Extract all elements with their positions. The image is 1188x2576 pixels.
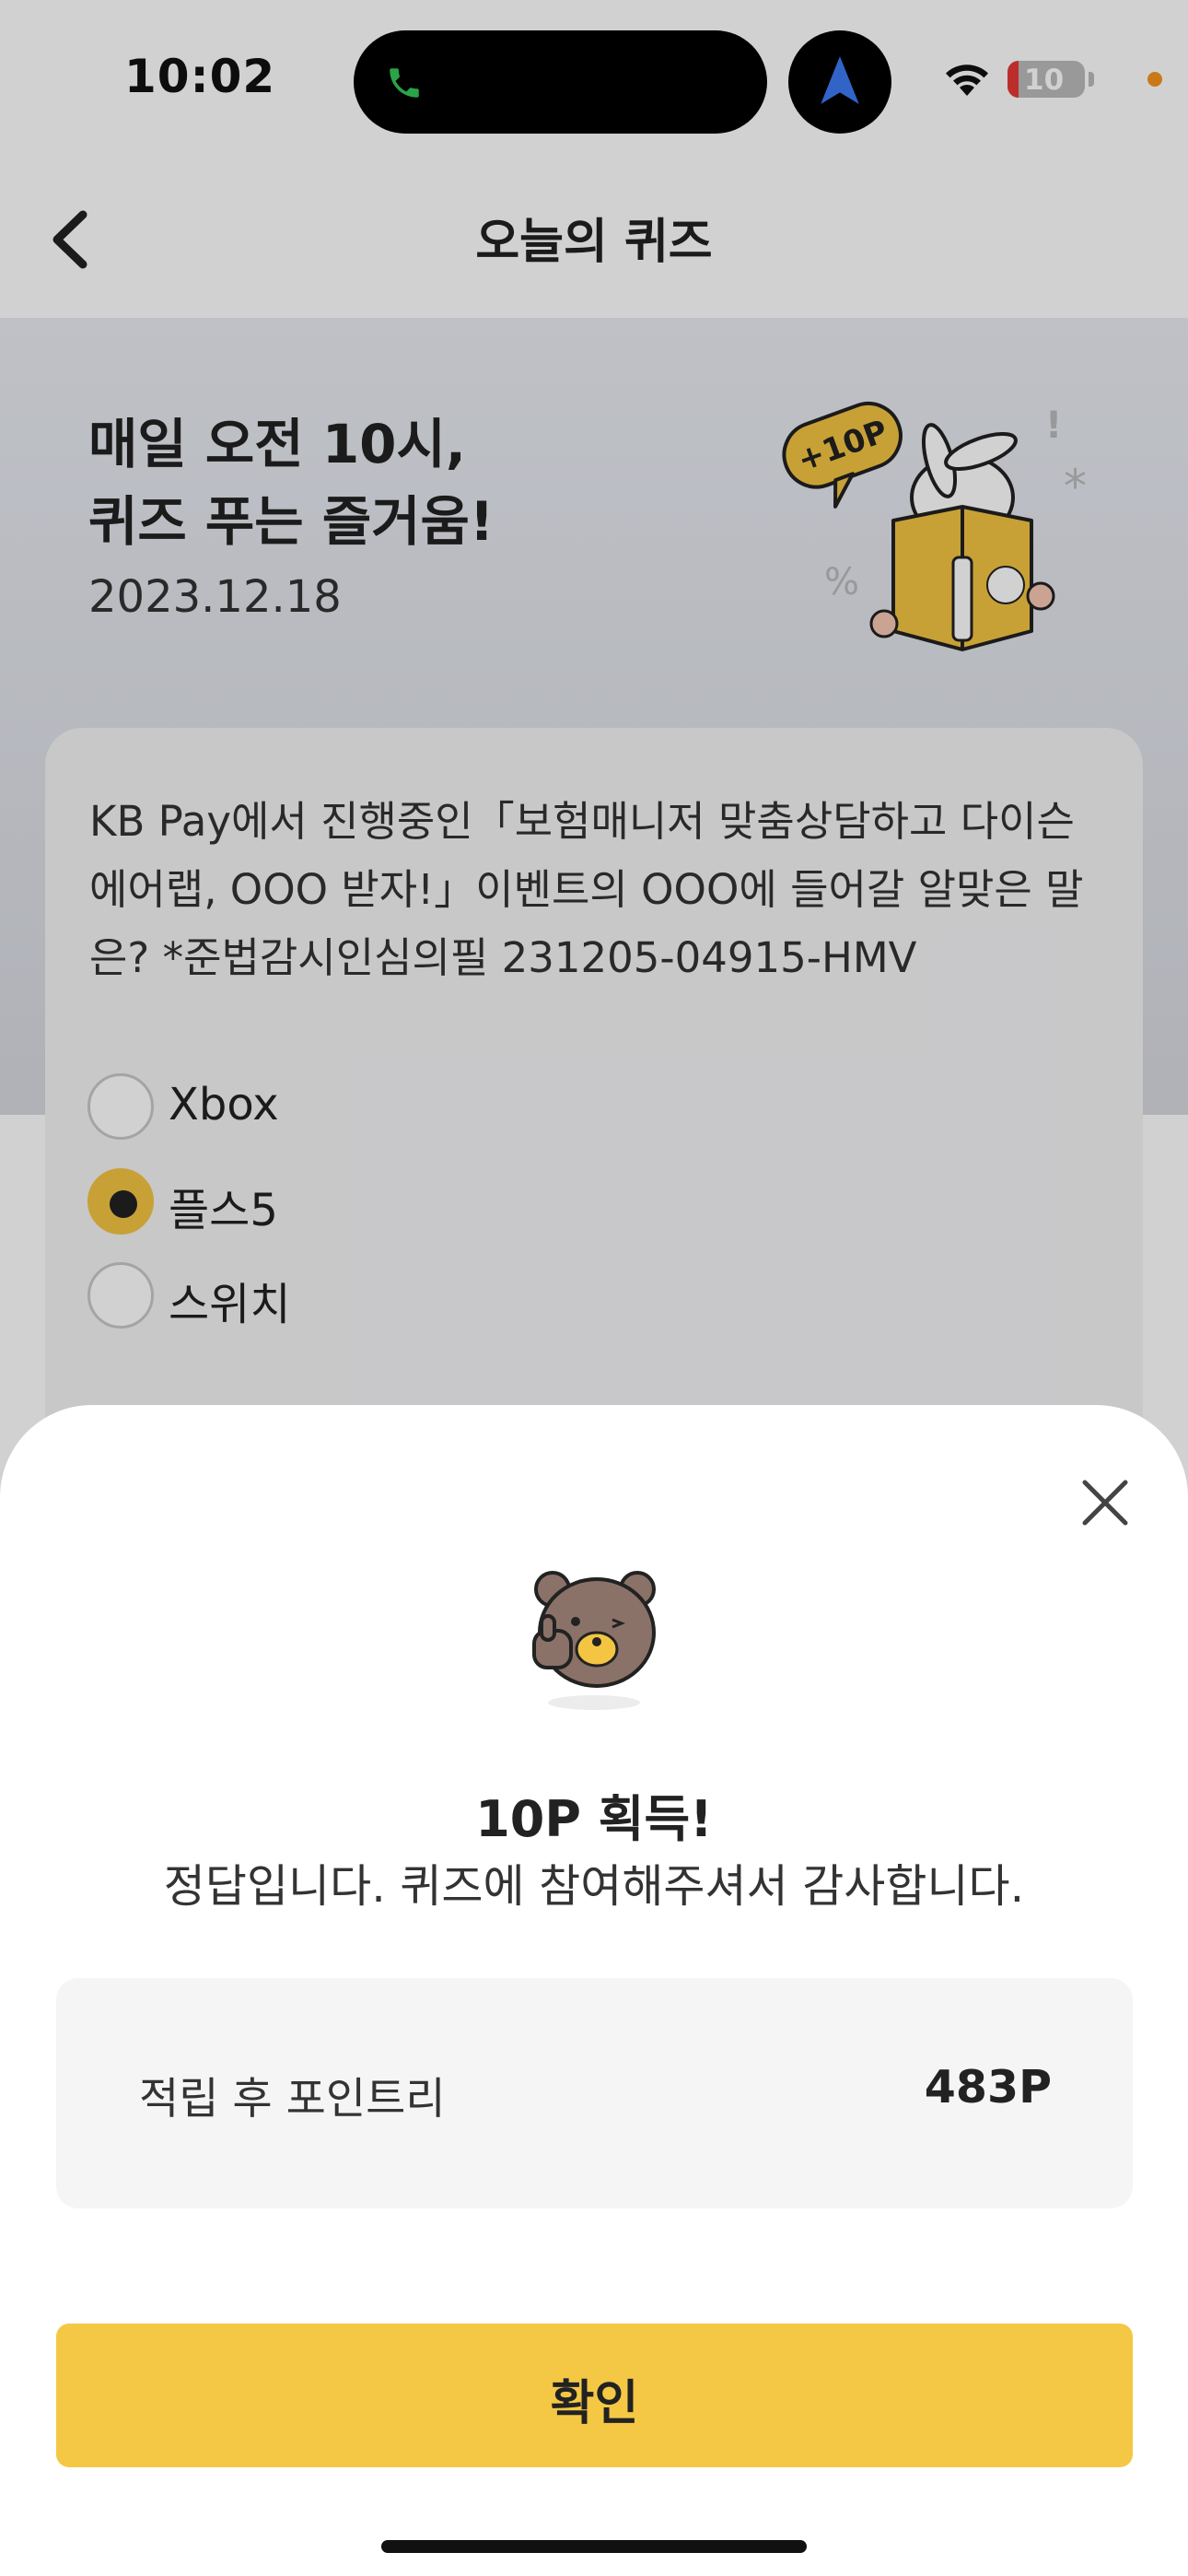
points-label: 적립 후 포인트리: [139, 2074, 446, 2125]
reward-message: 정답입니다. 퀴즈에 참여해주셔서 감사합니다.: [163, 1860, 1025, 1913]
bear-thumbs-up-illustration: [532, 1571, 656, 1710]
points-value: 483P: [924, 2061, 1052, 2113]
result-bottom-sheet: 10P 획득! 정답입니다. 퀴즈에 참여해주셔서 감사합니다. 적립 후 포인…: [0, 1405, 1188, 2576]
reward-title: 10P 획득!: [475, 1790, 713, 1848]
points-summary: 적립 후 포인트리 483P: [56, 1978, 1133, 2208]
confirm-label: 확인: [550, 2377, 639, 2430]
confirm-button[interactable]: 확인: [56, 2324, 1133, 2467]
close-icon[interactable]: [1079, 1477, 1131, 1528]
home-indicator[interactable]: [381, 2540, 807, 2553]
